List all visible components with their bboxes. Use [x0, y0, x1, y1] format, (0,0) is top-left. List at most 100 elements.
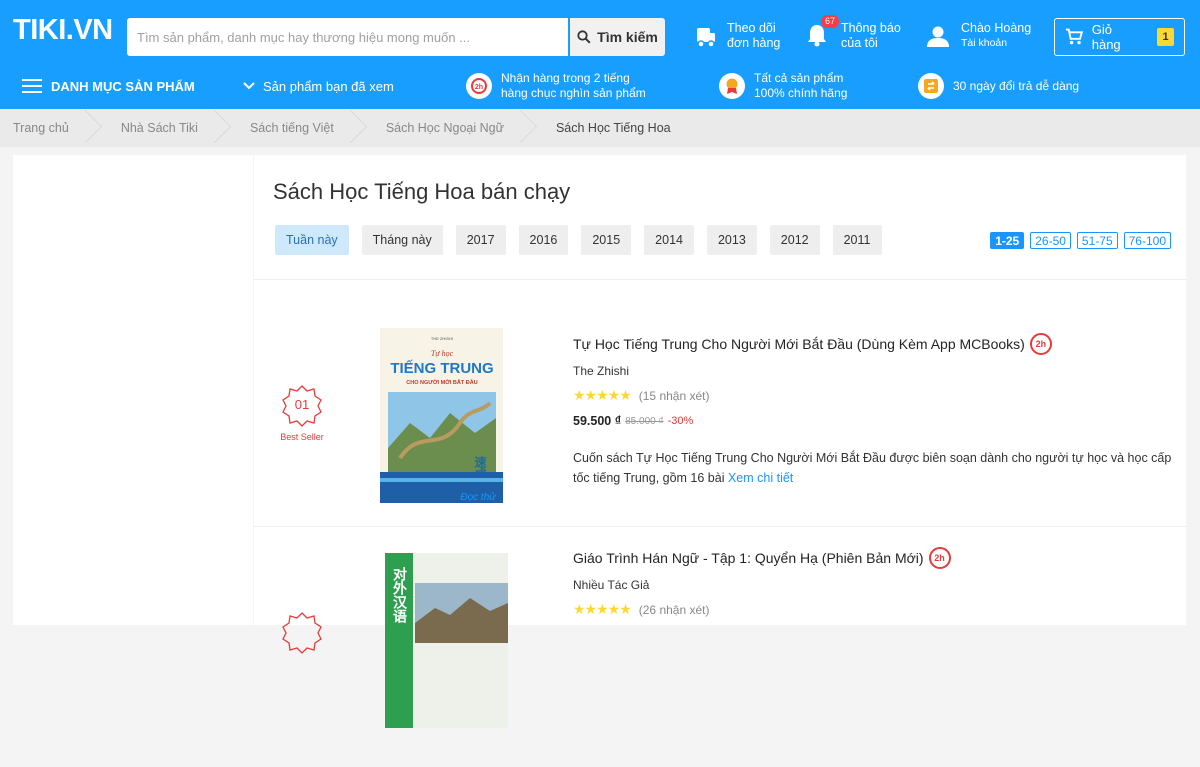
svg-text:TIẾNG TRUNG: TIẾNG TRUNG [390, 360, 493, 377]
promo-fast-delivery-line2: hàng chục nghìn sản phẩm [501, 86, 646, 100]
product-info: Giáo Trình Hán Ngữ - Tập 1: Quyển Hạ (Ph… [573, 547, 1173, 618]
review-count: (15 nhận xét) [638, 388, 710, 403]
notifications-link[interactable]: 67 Thông báo của tôi [806, 14, 901, 51]
promo-genuine-line2: 100% chính hãng [754, 86, 848, 100]
notification-count-badge: 67 [821, 14, 840, 28]
promo-fast-delivery-line1: Nhận hàng trong 2 tiếng [501, 71, 630, 85]
product-cover-image[interactable]: 对外汉语 [385, 553, 508, 728]
categories-menu-button[interactable]: DANH MỤC SẢN PHẨM [22, 63, 195, 109]
rank-number: 01 [294, 397, 310, 412]
breadcrumb-current: Sách Học Tiếng Hoa [555, 121, 671, 135]
promo-genuine[interactable]: Tất cả sản phẩm 100% chính hãng [719, 63, 847, 109]
product-author: Nhiều Tác Giả [573, 578, 650, 592]
promo-genuine-line1: Tất cả sản phẩm [754, 71, 844, 85]
rank-badge [280, 611, 324, 655]
promo-return[interactable]: 30 ngày đổi trả dễ dàng [918, 63, 1079, 109]
svg-text:CHO NGƯỜI MỚI BẮT ĐẦU: CHO NGƯỜI MỚI BẮT ĐẦU [406, 378, 477, 386]
promo-fast-delivery[interactable]: 2h Nhận hàng trong 2 tiếng hàng chục ngh… [466, 63, 646, 109]
tab-this-week[interactable]: Tuần này [275, 225, 349, 255]
tab-2011[interactable]: 2011 [832, 225, 882, 255]
tab-2013[interactable]: 2013 [706, 225, 757, 255]
account-greeting: Chào Hoàng [961, 21, 1032, 35]
svg-text:Đọc thử: Đọc thử [460, 491, 496, 503]
search-button[interactable]: Tìm kiếm [570, 18, 665, 56]
track-order-line2: đơn hàng [727, 36, 781, 50]
tab-this-month[interactable]: Tháng này [361, 225, 443, 255]
sidebar [13, 155, 253, 625]
search-input[interactable] [127, 18, 568, 56]
rank-range-tabs: 1-25 26-50 51-75 76-100 [990, 232, 1171, 249]
product-description-text: Cuốn sách Tự Học Tiếng Trung Cho Người M… [573, 451, 1172, 485]
track-order-line1: Theo dõi [727, 21, 776, 35]
svg-text:对外汉语: 对外汉语 [391, 566, 407, 624]
tab-2014[interactable]: 2014 [644, 225, 694, 255]
svg-text:Tự học: Tự học [431, 349, 454, 358]
best-seller-label: Best Seller [280, 432, 324, 442]
breadcrumb: Trang chủ Nhà Sách Tiki Sách tiếng Việt … [0, 109, 1200, 147]
rank-badge: 01 Best Seller [280, 384, 324, 442]
nav-bar: DANH MỤC SẢN PHẨM Sản phẩm bạn đã xem 2h… [0, 63, 1200, 109]
rank-starburst-icon [282, 612, 322, 654]
recently-viewed-dropdown[interactable]: Sản phẩm bạn đã xem [243, 63, 394, 109]
breadcrumb-vietnamese-books[interactable]: Sách tiếng Việt [224, 109, 360, 147]
product-title[interactable]: Giáo Trình Hán Ngữ - Tập 1: Quyển Hạ (Ph… [573, 547, 1173, 569]
product-description: Cuốn sách Tự Học Tiếng Trung Cho Người M… [573, 448, 1173, 488]
product-author: The Zhishi [573, 364, 630, 378]
recently-viewed-label: Sản phẩm bạn đã xem [263, 78, 394, 94]
fast-delivery-2h-icon: 2h [1029, 333, 1052, 355]
hamburger-icon [22, 79, 42, 93]
promo-return-label: 30 ngày đổi trả dễ dàng [953, 78, 1080, 93]
medal-icon [719, 73, 745, 99]
truck-icon [697, 28, 715, 48]
cart-icon [1065, 28, 1084, 45]
view-details-link[interactable]: Xem chi tiết [728, 471, 793, 485]
tab-2017[interactable]: 2017 [455, 225, 506, 255]
account-label: Tài khoản [961, 37, 1008, 49]
track-order-link[interactable]: Theo dõi đơn hàng [694, 21, 780, 51]
product-title[interactable]: Tự Học Tiếng Trung Cho Người Mới Bắt Đầu… [573, 333, 1173, 355]
cart-label: Giỏ hàng [1091, 22, 1121, 52]
range-tab-26-50[interactable]: 26-50 [1030, 232, 1071, 249]
range-tab-51-75[interactable]: 51-75 [1076, 232, 1118, 249]
tab-2012[interactable]: 2012 [769, 225, 820, 255]
list-item: 01 Best Seller THE ZHISHI Tự học TIẾNG T… [254, 280, 1186, 520]
svg-text:THE ZHISHI: THE ZHISHI [431, 336, 453, 341]
period-tabs: Tuần này Tháng này 2017 2016 2015 2014 2… [275, 225, 882, 255]
breadcrumb-home[interactable]: Trang chủ [0, 109, 95, 147]
star-rating-icon: ★★★★★ [573, 601, 632, 617]
notifications-line1: Thông báo [841, 21, 901, 35]
cart-count-badge: 1 [1157, 28, 1174, 46]
range-tab-1-25[interactable]: 1-25 [990, 232, 1025, 249]
star-rating-icon: ★★★★★ [573, 387, 632, 403]
user-icon [927, 26, 949, 47]
current-price: 59.500 ₫ [573, 414, 622, 428]
cart-button[interactable]: Giỏ hàng 1 [1054, 18, 1185, 56]
return-icon [918, 73, 944, 99]
product-rating[interactable]: ★★★★★ (26 nhận xét) [573, 601, 1173, 618]
bestseller-panel: Sách Học Tiếng Hoa bán chạy Tuần này Thá… [254, 155, 1186, 728]
discount-percent: -30% [667, 415, 694, 427]
review-count: (26 nhận xét) [638, 602, 710, 617]
original-price: 85.000 ₫ [625, 415, 664, 427]
logo[interactable]: TIKI.VN [13, 16, 113, 45]
notifications-line2: của tôi [841, 36, 878, 50]
chevron-down-icon [243, 82, 255, 90]
range-tab-76-100[interactable]: 76-100 [1123, 232, 1171, 249]
categories-menu-label: DANH MỤC SẢN PHẨM [51, 78, 195, 94]
tab-2015[interactable]: 2015 [581, 225, 632, 255]
product-info: Tự Học Tiếng Trung Cho Người Mới Bắt Đầu… [573, 333, 1173, 488]
product-cover-image[interactable]: THE ZHISHI Tự học TIẾNG TRUNG CHO NGƯỜI … [380, 328, 503, 503]
product-rating[interactable]: ★★★★★ (15 nhận xét) [573, 387, 1173, 404]
breadcrumb-language-books[interactable]: Sách Học Ngoại Ngữ [360, 109, 530, 147]
account-menu[interactable]: Chào Hoàng Tài khoản [926, 21, 1031, 51]
fast-delivery-2h-icon: 2h [928, 547, 951, 569]
svg-text:2h: 2h [475, 84, 483, 91]
fast-delivery-2h-icon: 2h [466, 73, 492, 99]
header: TIKI.VN Tìm kiếm Theo dõi đơn hàng 67 Th… [0, 0, 1200, 109]
product-title-text: Tự Học Tiếng Trung Cho Người Mới Bắt Đầu… [573, 336, 1025, 352]
product-title-text: Giáo Trình Hán Ngữ - Tập 1: Quyển Hạ (Ph… [573, 550, 924, 566]
breadcrumb-tiki-books[interactable]: Nhà Sách Tiki [95, 109, 224, 147]
search-button-label: Tìm kiếm [597, 29, 658, 45]
page-title: Sách Học Tiếng Hoa bán chạy [273, 179, 571, 204]
tab-2016[interactable]: 2016 [518, 225, 569, 255]
